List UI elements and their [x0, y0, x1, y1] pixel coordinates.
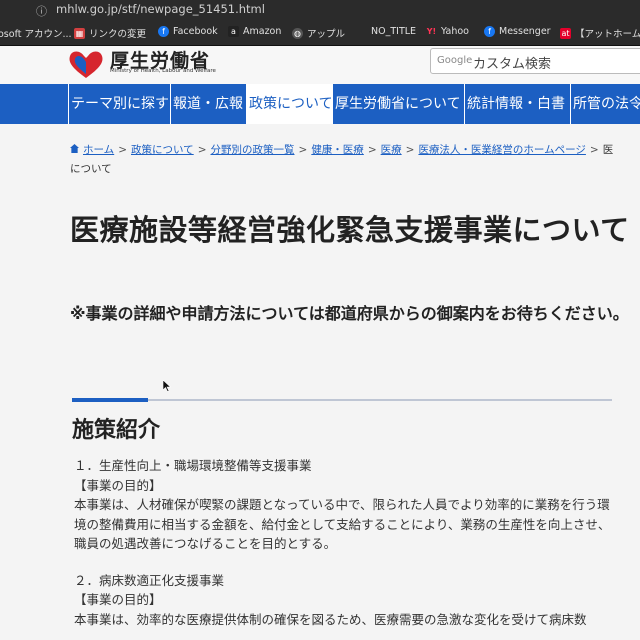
home-icon — [70, 144, 79, 153]
bookmark-apple[interactable]: ◍ アップル — [292, 26, 345, 40]
section-heading: 施策紹介 — [72, 418, 161, 443]
breadcrumb-field[interactable]: 分野別の政策一覧 — [211, 144, 295, 156]
facebook-icon: f — [158, 26, 169, 37]
bookmark-messenger[interactable]: f Messenger — [484, 26, 551, 37]
bookmark-label: Messenger — [499, 26, 551, 37]
item-heading: １．生産性向上・職場環境整備等支援事業 — [74, 458, 312, 473]
divider-accent — [72, 398, 148, 402]
breadcrumb-medical[interactable]: 医療 — [381, 144, 402, 156]
section-divider — [72, 398, 612, 402]
web-page: 厚生労働省 Ministry of Health, Labour and Wel… — [0, 46, 640, 640]
page-title: 医療施設等経営強化緊急支援事業について — [70, 213, 630, 247]
site-header: 厚生労働省 Ministry of Health, Labour and Wel… — [0, 46, 640, 84]
grid-icon: ▦ — [74, 27, 85, 39]
athome-icon: at — [560, 27, 571, 39]
section-body: １．生産性向上・職場環境整備等支援事業 【事業の目的】 本事業は、人材確保が喫緊… — [74, 456, 614, 629]
bookmark-label: NO_TITLE — [371, 26, 417, 37]
purpose-text: 本事業は、人材確保が喫緊の課題となっている中で、限られた人員でより効率的に業務を… — [74, 497, 611, 551]
purpose-label: 【事業の目的】 — [74, 477, 162, 493]
bookmark-label: アップル — [307, 29, 346, 40]
apple-icon — [356, 26, 367, 37]
nav-statistics[interactable]: 統計情報・白書 — [464, 84, 570, 124]
breadcrumb-separator: > — [118, 144, 127, 156]
nav-laws[interactable]: 所管の法令 — [570, 84, 640, 124]
breadcrumb-current-continued: について — [70, 163, 112, 175]
bookmark-athome[interactable]: at 【アットホーム】 — [560, 26, 640, 40]
breadcrumb: ホーム > 政策について > 分野別の政策一覧 > 健康・医療 > 医療 > 医療法人・医業経営のホ… — [70, 141, 640, 179]
notice-text: ※事業の詳細や申請方法については都道府県からの御案内をお待ちください。 — [70, 304, 629, 323]
globe-icon: ◍ — [292, 27, 303, 39]
nav-about[interactable]: 厚生労働省について — [332, 84, 464, 124]
breadcrumb-health[interactable]: 健康・医療 — [311, 144, 364, 156]
breadcrumb-separator: > — [367, 144, 377, 156]
search-input[interactable]: Google カスタム検索 — [430, 48, 640, 74]
search-placeholder: カスタム検索 — [473, 57, 552, 72]
item-heading: ２．病床数適正化支援事業 — [74, 572, 225, 588]
bookmarks-bar: osoft アカウン... ▦ リンクの変更 f Facebook a Amaz… — [0, 20, 640, 46]
yahoo-icon: Y! — [426, 27, 437, 36]
bookmark-label: osoft アカウン... — [0, 29, 72, 40]
url-text[interactable]: mhlw.go.jp/stf/newpage_51451.html — [56, 2, 265, 16]
purpose-label: 【事業の目的】 — [74, 592, 162, 607]
site-info-icon[interactable]: ⓘ — [36, 3, 50, 18]
nav-theme[interactable]: テーマ別に探す — [68, 84, 170, 124]
breadcrumb-separator: > — [405, 144, 415, 156]
bookmark-label: 【アットホーム】 — [575, 29, 640, 40]
nav-press[interactable]: 報道・広報 — [170, 84, 246, 124]
google-brand: Google — [437, 55, 473, 66]
breadcrumb-policy[interactable]: 政策について — [131, 144, 194, 156]
bookmark-yahoo[interactable]: Y! Yahoo — [426, 26, 469, 37]
breadcrumb-separator: > — [589, 144, 599, 156]
mouse-cursor-icon — [163, 380, 171, 392]
bookmark-amazon[interactable]: a Amazon — [228, 26, 281, 37]
bookmark-microsoft[interactable]: osoft アカウン... — [0, 26, 72, 40]
breadcrumb-separator: > — [197, 144, 207, 156]
nav-policy[interactable]: 政策について — [246, 84, 333, 124]
site-logo-english: Ministry of Health, Labour and Welfare — [110, 68, 216, 74]
breadcrumb-corporation[interactable]: 医療法人・医業経営のホームページ — [418, 144, 585, 156]
breadcrumb-home[interactable]: ホーム — [83, 144, 114, 156]
bookmark-label: Amazon — [243, 26, 282, 37]
facebook-icon: f — [484, 26, 495, 37]
bookmark-label: Yahoo — [441, 26, 469, 37]
global-nav: テーマ別に探す 報道・広報 政策について 厚生労働省について 統計情報・白書 所… — [0, 84, 640, 124]
bookmark-link-change[interactable]: ▦ リンクの変更 — [74, 26, 146, 40]
address-bar[interactable]: ⓘ mhlw.go.jp/stf/newpage_51451.html — [0, 0, 640, 20]
mhlw-logo-icon[interactable] — [66, 48, 106, 80]
breadcrumb-separator: > — [298, 144, 308, 156]
amazon-icon: a — [228, 26, 239, 37]
bookmark-facebook[interactable]: f Facebook — [158, 26, 218, 37]
bookmark-no-title[interactable]: NO_TITLE — [356, 26, 416, 37]
bookmark-label: リンクの変更 — [89, 29, 147, 40]
purpose-text: 本事業は、効率的な医療提供体制の確保を図るため、医療需要の急激な変化を受けて病床… — [74, 611, 587, 627]
breadcrumb-current: 医 — [602, 144, 614, 156]
bookmark-label: Facebook — [173, 26, 218, 37]
